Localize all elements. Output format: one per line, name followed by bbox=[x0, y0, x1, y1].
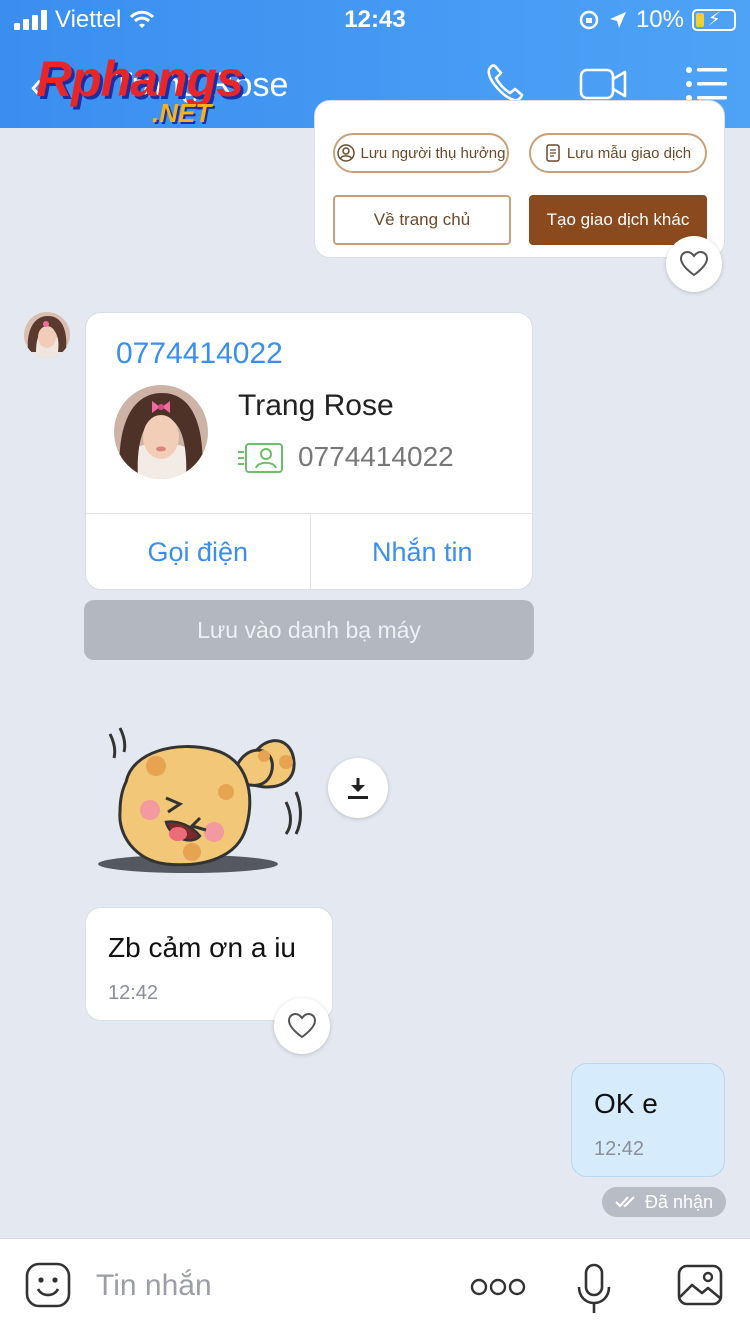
id-card-icon bbox=[238, 443, 283, 473]
delivery-status-text: Đã nhận bbox=[644, 1191, 714, 1212]
message-time: 12:42 bbox=[108, 982, 159, 1004]
status-right: 10% ⚡ bbox=[578, 6, 736, 34]
logo-main: Rphangs bbox=[36, 51, 244, 107]
message-time: 12:42 bbox=[594, 1138, 645, 1160]
battery-charging-icon: ⚡ bbox=[692, 9, 736, 31]
save-contact-button[interactable]: Lưu vào danh bạ máy bbox=[84, 600, 534, 660]
document-icon bbox=[546, 144, 560, 162]
sticker-image[interactable] bbox=[96, 722, 306, 882]
save-template-button[interactable]: Lưu mẫu giao dịch bbox=[529, 133, 707, 173]
message-input[interactable]: Tin nhắn bbox=[96, 1269, 212, 1303]
logo-sub: .NET bbox=[152, 98, 212, 128]
battery-percent: 10% bbox=[635, 6, 684, 33]
more-icon[interactable] bbox=[470, 1275, 526, 1299]
status-bar: Viettel 12:43 10% ⚡ bbox=[0, 0, 750, 40]
react-heart-button[interactable] bbox=[274, 998, 330, 1054]
image-icon[interactable] bbox=[676, 1261, 724, 1309]
transaction-card: Lưu người thụ hưởng Lưu mẫu giao dịch Về… bbox=[314, 100, 725, 258]
message-composer: Tin nhắn bbox=[0, 1238, 750, 1334]
heart-icon bbox=[679, 250, 709, 277]
new-transaction-button[interactable]: Tạo giao dịch khác bbox=[529, 195, 707, 245]
contact-card[interactable]: 0774414022 Trang Rose 0774414022 Gọi điệ… bbox=[85, 312, 533, 590]
avatar[interactable] bbox=[24, 312, 70, 358]
emoji-icon[interactable] bbox=[24, 1261, 72, 1309]
double-check-icon bbox=[615, 1196, 635, 1208]
message-text: OK e bbox=[594, 1088, 658, 1119]
contact-name: Trang Rose bbox=[238, 389, 394, 422]
react-heart-button[interactable] bbox=[666, 236, 722, 292]
contact-actions: Gọi điện Nhắn tin bbox=[86, 513, 533, 589]
contact-avatar bbox=[114, 385, 208, 479]
location-icon bbox=[609, 12, 626, 28]
user-icon bbox=[336, 144, 355, 162]
microphone-icon[interactable] bbox=[576, 1263, 612, 1315]
save-beneficiary-button[interactable]: Lưu người thụ hưởng bbox=[333, 133, 509, 173]
message-bubble-sent[interactable]: OK e 12:42 bbox=[571, 1063, 725, 1177]
download-button[interactable] bbox=[328, 758, 388, 818]
delivery-status-badge: Đã nhận bbox=[602, 1187, 726, 1217]
home-button[interactable]: Về trang chủ bbox=[333, 195, 511, 245]
message-text: Zb cảm ơn a iu bbox=[108, 932, 296, 963]
rotation-lock-icon bbox=[579, 10, 599, 30]
call-button[interactable]: Gọi điện bbox=[86, 514, 311, 589]
watermark-logo: Rphangs .NET bbox=[36, 50, 266, 130]
save-template-label: Lưu mẫu giao dịch bbox=[566, 144, 692, 162]
contact-number: 0774414022 bbox=[298, 441, 454, 472]
heart-icon bbox=[287, 1012, 317, 1039]
save-beneficiary-label: Lưu người thụ hưởng bbox=[360, 144, 506, 162]
download-icon bbox=[348, 778, 368, 799]
message-button[interactable]: Nhắn tin bbox=[311, 514, 533, 589]
contact-phone-link[interactable]: 0774414022 bbox=[116, 337, 283, 371]
